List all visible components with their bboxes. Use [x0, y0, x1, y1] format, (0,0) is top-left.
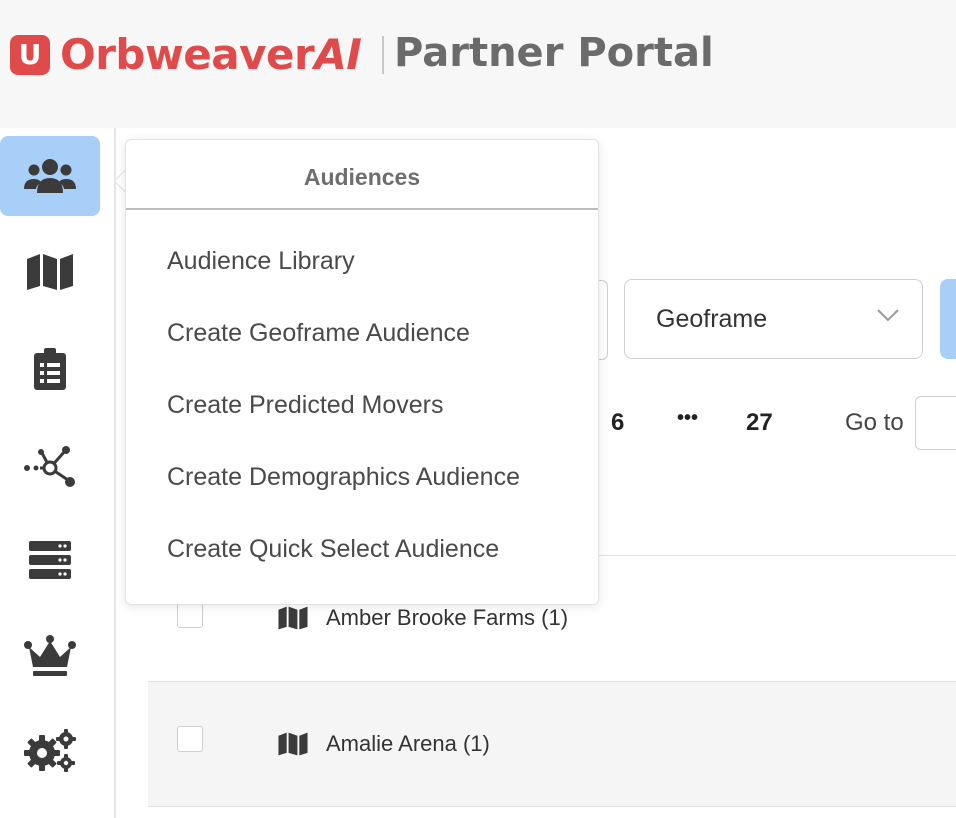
network-icon: [24, 446, 75, 487]
popover-divider: [126, 208, 598, 210]
page-27-link[interactable]: 27: [746, 409, 773, 437]
portal-title: Partner Portal: [394, 30, 714, 76]
sidebar: [0, 128, 116, 818]
clipboard-list-icon: [34, 348, 66, 390]
page-6-link[interactable]: 6: [611, 409, 624, 437]
brand-suffix: AI: [314, 30, 362, 79]
server-icon: [29, 541, 71, 579]
audience-type-value: Geoframe: [656, 305, 768, 333]
audiences-popover: Audiences Audience Library Create Geofra…: [125, 139, 599, 605]
logo-badge: U: [10, 35, 50, 75]
app-header: U OrbweaverAI Partner Portal: [0, 0, 956, 128]
brand-name: OrbweaverAI: [60, 30, 362, 79]
row-checkbox[interactable]: [177, 726, 203, 752]
map-icon: [278, 732, 308, 756]
menu-item-create-quick-select-audience[interactable]: Create Quick Select Audience: [167, 535, 499, 564]
map-icon: [27, 254, 73, 290]
sidebar-item-connections[interactable]: [0, 426, 100, 506]
goto-page-input[interactable]: [915, 396, 956, 450]
sidebar-item-premium[interactable]: [0, 616, 100, 696]
sidebar-item-audiences[interactable]: [0, 136, 100, 216]
sidebar-item-data[interactable]: [0, 520, 100, 600]
menu-item-create-demographics-audience[interactable]: Create Demographics Audience: [167, 463, 520, 492]
cogs-icon: [24, 729, 76, 772]
sidebar-item-settings[interactable]: [0, 710, 100, 790]
page-ellipsis[interactable]: •••: [677, 407, 698, 430]
sidebar-item-maps[interactable]: [0, 232, 100, 312]
menu-item-create-geoframe-audience[interactable]: Create Geoframe Audience: [167, 319, 470, 348]
crown-icon: [24, 635, 76, 676]
row-divider: [148, 806, 956, 807]
row-checkbox[interactable]: [177, 602, 203, 628]
popover-title: Audiences: [303, 164, 421, 190]
primary-action-button[interactable]: [940, 279, 956, 359]
brand-main: Orbweaver: [60, 30, 315, 79]
audience-type-select[interactable]: Geoframe: [624, 279, 923, 359]
map-icon: [278, 606, 308, 630]
brand-separator: [382, 36, 384, 74]
users-icon: [24, 159, 76, 193]
goto-label: Go to: [845, 409, 904, 436]
chevron-down-icon: [877, 309, 899, 322]
row-name[interactable]: Amber Brooke Farms (1): [326, 605, 568, 631]
sidebar-item-reports[interactable]: [0, 329, 100, 409]
menu-item-audience-library[interactable]: Audience Library: [167, 247, 355, 276]
menu-item-create-predicted-movers[interactable]: Create Predicted Movers: [167, 391, 444, 420]
table-row[interactable]: Amalie Arena (1): [148, 682, 956, 806]
row-name[interactable]: Amalie Arena (1): [326, 731, 490, 757]
